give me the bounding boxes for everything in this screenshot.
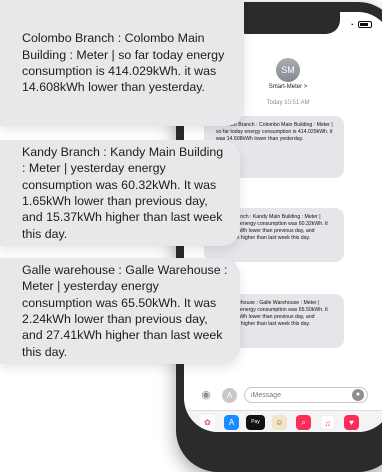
message-input[interactable] (244, 387, 368, 403)
heart-icon[interactable]: ♥ (344, 415, 359, 430)
microphone-icon[interactable]: ● (352, 389, 364, 401)
message-composer: ◉ A ● (184, 384, 382, 406)
contact-avatar[interactable]: SM (276, 58, 300, 82)
search-images-icon[interactable]: ⌕ (296, 415, 311, 430)
camera-icon[interactable]: ◉ (198, 388, 214, 402)
phone-notch (232, 12, 340, 34)
callout-kandy-message: Kandy Branch : Kandy Main Building : Met… (0, 140, 240, 246)
callout-text: Colombo Branch : Colombo Main Building :… (22, 31, 225, 95)
callout-galle-message: Galle warehouse : Galle Warehouse : Mete… (0, 258, 240, 364)
wifi-icon: ◔ (349, 22, 355, 29)
music-icon[interactable]: ♫ (320, 415, 335, 430)
callout-text: Kandy Branch : Kandy Main Building : Met… (22, 144, 224, 241)
message-timestamp: Today 10:51 AM (266, 100, 310, 106)
apple-pay-icon[interactable]: Pay (246, 415, 265, 430)
app-store-icon[interactable]: A (222, 388, 237, 403)
memoji-icon[interactable]: ☺ (272, 415, 287, 430)
callout-text: Galle warehouse : Galle Warehouse : Mete… (22, 262, 228, 359)
photos-app-icon[interactable]: ✿ (200, 415, 215, 430)
callout-colombo-message: Colombo Branch : Colombo Main Building :… (0, 0, 244, 126)
status-bar: ◔ (350, 20, 372, 29)
battery-icon (358, 21, 372, 29)
app-drawer: ✿ A Pay ☺ ⌕ ♫ ♥ (184, 410, 382, 432)
contact-name[interactable]: Smart-Meter > (244, 84, 332, 90)
app-store-icon[interactable]: A (224, 415, 239, 430)
